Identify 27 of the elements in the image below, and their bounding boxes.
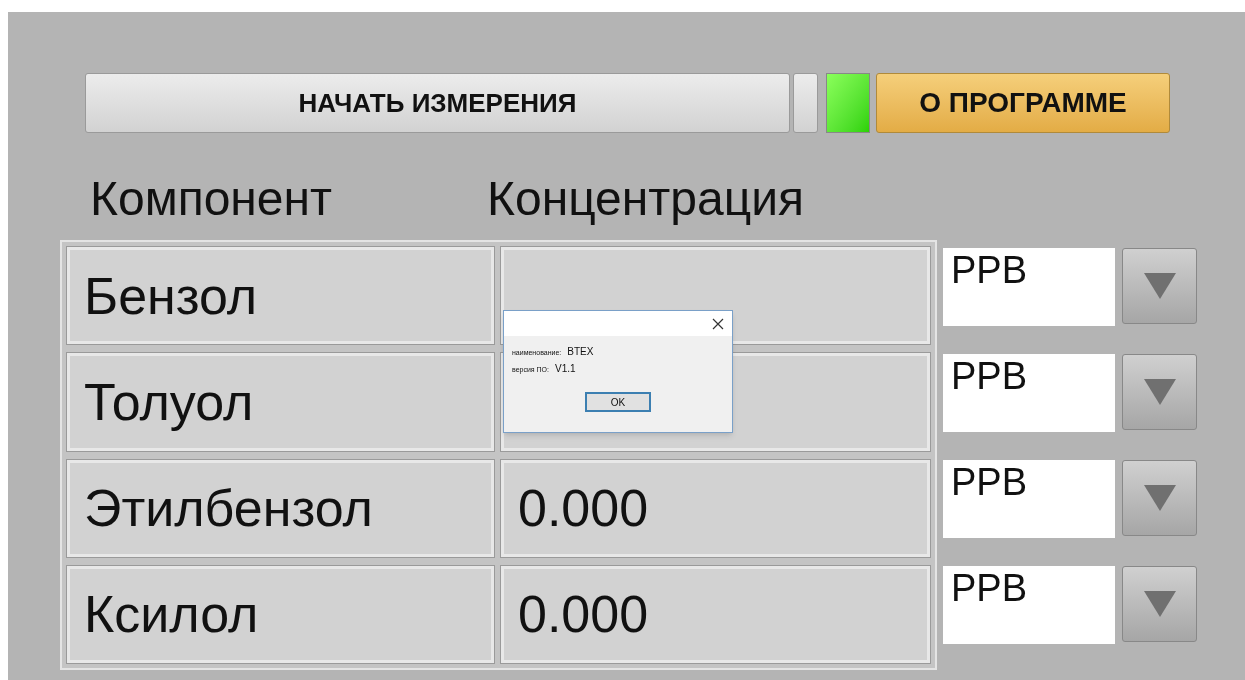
dropdown-button[interactable]	[1122, 460, 1197, 536]
info-value: BTEX	[567, 345, 594, 359]
dropdown-button[interactable]	[1122, 566, 1197, 642]
column-header: Концентрация	[487, 171, 804, 227]
table-cell: 0.000	[501, 565, 930, 663]
start-measurement-button[interactable]: НАЧАТЬ ИЗМЕРЕНИЯ	[85, 73, 790, 133]
unit-field[interactable]: PPB	[943, 566, 1115, 644]
dropdown-button[interactable]	[1122, 354, 1197, 430]
ok-button[interactable]: OK	[585, 392, 651, 412]
unit-field[interactable]: PPB	[943, 354, 1115, 432]
close-icon[interactable]	[712, 317, 724, 330]
unit-field[interactable]: PPB	[943, 460, 1115, 538]
column-header: Компонент	[90, 171, 334, 227]
table-cell: Толуол	[67, 353, 494, 451]
caret-icon	[1143, 379, 1176, 405]
table-cell: 0.000	[501, 459, 930, 557]
dropdown-button[interactable]	[1122, 248, 1197, 324]
small-button[interactable]	[793, 73, 818, 133]
caret-icon	[1143, 273, 1176, 299]
caret-icon	[1143, 591, 1176, 617]
table-cell: Бензол	[67, 247, 494, 345]
table-cell: Ксилол	[67, 565, 494, 663]
unit-field[interactable]: PPB	[943, 248, 1115, 326]
about-button[interactable]: О ПРОГРАММЕ	[876, 73, 1170, 133]
info-value: V1.1	[555, 362, 576, 376]
table-cell: Этилбензол	[67, 459, 494, 557]
caret-icon	[1143, 485, 1176, 511]
